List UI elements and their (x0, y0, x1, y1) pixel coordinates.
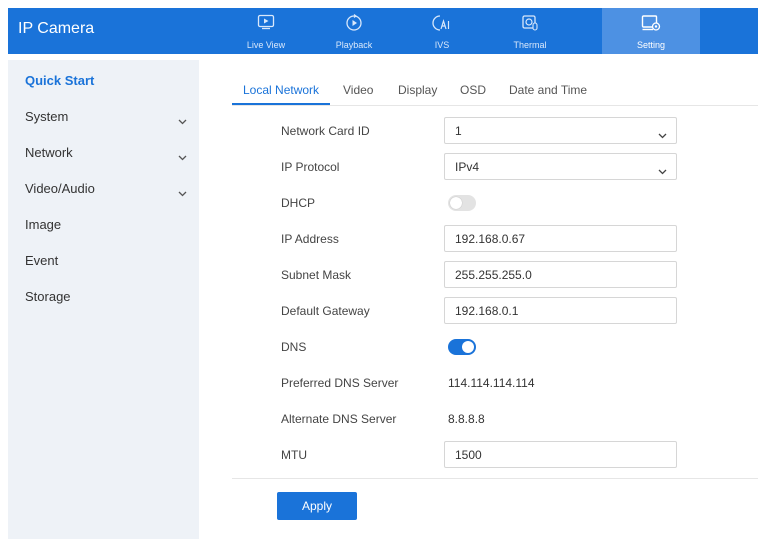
nav-label: Setting (636, 40, 666, 50)
nav-label: Playback (335, 40, 373, 50)
sidebar-item-video-audio[interactable]: Video/Audio (8, 174, 199, 204)
default-gateway-input[interactable]: 192.168.0.1 (444, 297, 677, 324)
alternate-dns-label: Alternate DNS Server (281, 412, 397, 426)
sidebar-item-quick-start[interactable]: Quick Start (8, 66, 199, 96)
preferred-dns-value: 114.114.114.114 (448, 376, 535, 390)
tab-video[interactable]: Video (343, 83, 373, 97)
nav-setting[interactable]: Setting (602, 8, 700, 54)
dns-label: DNS (281, 340, 307, 354)
default-gateway-label: Default Gateway (281, 304, 370, 318)
nav-thermal[interactable]: Thermal (486, 8, 574, 54)
ip-address-input[interactable]: 192.168.0.67 (444, 225, 677, 252)
sidebar-item-label: System (25, 109, 69, 124)
alternate-dns-value: 8.8.8.8 (448, 412, 485, 426)
mtu-input[interactable]: 1500 (444, 441, 677, 468)
network-card-id-label: Network Card ID (281, 124, 370, 138)
toggle-knob (450, 197, 462, 209)
sidebar-item-label: Video/Audio (25, 181, 95, 196)
chevron-down-icon (658, 164, 667, 178)
chevron-down-icon (178, 113, 187, 128)
sidebar-item-label: Event (25, 253, 59, 268)
app-title: IP Camera (18, 20, 95, 37)
nav-label: IVS (434, 40, 450, 50)
form-divider (232, 478, 758, 479)
sidebar-item-network[interactable]: Network (8, 138, 199, 168)
ip-address-value: 192.168.0.67 (455, 232, 526, 246)
setting-icon (602, 14, 700, 34)
sidebar-item-label: Storage (25, 289, 71, 304)
subnet-mask-value: 255.255.255.0 (455, 268, 532, 282)
nav-live-view[interactable]: Live View (222, 8, 310, 54)
ip-protocol-select[interactable]: IPv4 (444, 153, 677, 180)
sidebar-item-label: Image (25, 217, 62, 232)
sidebar: Quick Start System Network Video/Audio I… (8, 60, 199, 539)
tab-osd[interactable]: OSD (460, 83, 486, 97)
nav-label: Live View (246, 40, 286, 50)
subnet-mask-input[interactable]: 255.255.255.0 (444, 261, 677, 288)
ip-protocol-label: IP Protocol (281, 160, 340, 174)
apply-button[interactable]: Apply (277, 492, 357, 520)
sidebar-item-label: Network (25, 145, 73, 160)
toggle-knob (462, 341, 474, 353)
preferred-dns-label: Preferred DNS Server (281, 376, 399, 390)
ip-protocol-value: IPv4 (455, 160, 480, 174)
nav-ivs[interactable]: IVS (398, 8, 486, 54)
dns-toggle[interactable] (448, 339, 476, 355)
subnet-mask-label: Subnet Mask (281, 268, 352, 282)
mtu-value: 1500 (455, 448, 482, 462)
ip-address-label: IP Address (281, 232, 339, 246)
sidebar-item-event[interactable]: Event (8, 246, 199, 276)
top-bar: IP Camera Live View Playback IVS Thermal… (8, 8, 758, 54)
mtu-label: MTU (281, 448, 307, 462)
dhcp-toggle[interactable] (448, 195, 476, 211)
network-card-id-select[interactable]: 1 (444, 117, 677, 144)
sidebar-item-label: Quick Start (25, 73, 95, 88)
chevron-down-icon (178, 185, 187, 200)
ivs-icon (398, 14, 486, 34)
tab-display[interactable]: Display (398, 83, 437, 97)
sidebar-item-storage[interactable]: Storage (8, 282, 199, 312)
chevron-down-icon (178, 149, 187, 164)
network-card-id-value: 1 (455, 124, 462, 138)
default-gateway-value: 192.168.0.1 (455, 304, 519, 318)
nav-label: Thermal (513, 40, 547, 50)
sidebar-item-system[interactable]: System (8, 102, 199, 132)
chevron-down-icon (658, 128, 667, 142)
nav-playback[interactable]: Playback (310, 8, 398, 54)
tab-date-and-time[interactable]: Date and Time (509, 83, 587, 97)
dhcp-label: DHCP (281, 196, 316, 210)
tab-divider (232, 105, 758, 106)
sidebar-item-image[interactable]: Image (8, 210, 199, 240)
tab-local-network[interactable]: Local Network (243, 83, 319, 97)
playback-icon (310, 14, 398, 34)
live-view-icon (222, 14, 310, 34)
thermal-icon (486, 14, 574, 34)
